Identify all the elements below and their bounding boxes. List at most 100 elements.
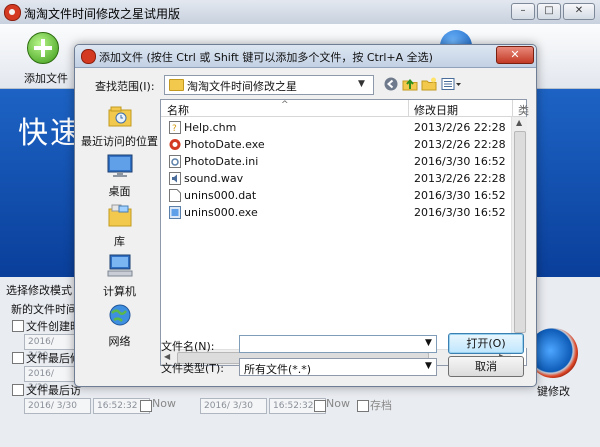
- look-in-value: 淘淘文件时间修改之星: [187, 80, 297, 93]
- modified-date-input[interactable]: 2016/ 3/30: [24, 366, 75, 393]
- main-title-bar: 淘淘文件时间修改之星试用版 – □ ✕: [0, 0, 600, 25]
- one-key-modify-label[interactable]: 键修改: [537, 383, 570, 399]
- back-icon[interactable]: [383, 77, 399, 91]
- place-label-desktop: 桌面: [108, 185, 131, 198]
- now-label-2: Now: [326, 397, 350, 410]
- look-in-label: 查找范围(I):: [95, 80, 155, 93]
- save-checkbox[interactable]: [357, 400, 369, 412]
- chevron-down-icon: ▼: [358, 79, 365, 89]
- now-checkbox-2[interactable]: [314, 400, 326, 412]
- dialog-title-bar: 添加文件 (按住 Ctrl 或 Shift 键可以添加多个文件，按 Ctrl+A…: [75, 45, 536, 68]
- dialog-title: 添加文件 (按住 Ctrl 或 Shift 键可以添加多个文件，按 Ctrl+A…: [99, 51, 433, 64]
- look-in-dropdown[interactable]: 淘淘文件时间修改之星 ▼: [164, 75, 374, 95]
- add-file-icon[interactable]: [27, 32, 59, 64]
- file-icon: [169, 189, 181, 202]
- place-label-computer: 计算机: [103, 285, 136, 298]
- vertical-scrollbar[interactable]: ▲ ▼: [511, 117, 527, 348]
- file-row[interactable]: unins000.dat 2016/3/30 16:52: [161, 187, 511, 204]
- checkbox-accessed[interactable]: [12, 384, 24, 396]
- file-name: unins000.dat: [184, 189, 257, 202]
- place-label-network: 网络: [108, 335, 131, 348]
- file-date: 2016/3/30 16:52: [414, 206, 506, 219]
- file-name: PhotoDate.ini: [184, 155, 259, 168]
- file-name: Help.chm: [184, 121, 237, 134]
- file-date: 2016/3/30 16:52: [414, 155, 506, 168]
- vertical-scroll-thumb[interactable]: [514, 131, 526, 333]
- network-icon: [109, 304, 131, 326]
- file-date: 2013/2/26 22:28: [414, 138, 506, 151]
- close-button[interactable]: ✕: [563, 3, 595, 20]
- app-icon: [169, 139, 181, 150]
- mode-label: 选择修改模式：: [6, 284, 83, 297]
- dialog-app-icon: [81, 49, 96, 64]
- column-header-type[interactable]: 类: [518, 102, 529, 118]
- main-window-title: 淘淘文件时间修改之星试用版: [24, 7, 181, 21]
- add-file-label[interactable]: 添加文件: [24, 70, 68, 86]
- file-type-value: 所有文件(*.*): [244, 363, 312, 376]
- installer-icon: [169, 206, 181, 219]
- file-row[interactable]: sound.wav 2013/2/26 22:28: [161, 170, 511, 187]
- recent-places-icon: [108, 106, 132, 127]
- file-name: unins000.exe: [184, 206, 258, 219]
- scroll-up-icon[interactable]: ▲: [516, 118, 522, 127]
- dialog-close-button[interactable]: ✕: [496, 46, 534, 64]
- column-header-name[interactable]: 名称: [167, 102, 189, 118]
- file-name-label: 文件名(N):: [161, 340, 215, 353]
- place-desktop[interactable]: 桌面: [80, 153, 159, 199]
- desktop-icon: [107, 154, 133, 177]
- file-name: sound.wav: [184, 172, 244, 185]
- up-folder-icon[interactable]: [402, 77, 418, 91]
- file-date: 2013/2/26 22:28: [414, 172, 506, 185]
- maximize-button[interactable]: □: [537, 3, 561, 20]
- sort-ascending-icon: ^: [281, 100, 289, 110]
- libraries-icon: [108, 204, 132, 227]
- file-date: 2013/2/26 22:28: [414, 121, 506, 134]
- chevron-down-icon[interactable]: ▼: [425, 338, 432, 348]
- file-name-input[interactable]: ▼: [239, 335, 437, 353]
- new-folder-icon[interactable]: [421, 77, 437, 91]
- now-label-1: Now: [152, 397, 176, 410]
- checkbox-modified[interactable]: [12, 352, 24, 364]
- open-button[interactable]: 打开(O): [448, 333, 524, 354]
- new-time-label: 新的文件时间: [11, 303, 77, 316]
- file-list[interactable]: 名称 ^ 修改日期 类 ? Help.chm 2013/2/26 22:28 P…: [160, 99, 529, 366]
- checkbox-accessed-label: 文件最后访: [26, 384, 81, 397]
- accessed-date-input[interactable]: 2016/ 3/30: [24, 398, 91, 414]
- file-row[interactable]: PhotoDate.exe 2013/2/26 22:28: [161, 136, 511, 153]
- app-logo-icon: [4, 4, 21, 21]
- view-menu-icon[interactable]: [441, 77, 461, 91]
- column-divider[interactable]: [512, 100, 513, 116]
- help-file-icon: ?: [169, 121, 181, 134]
- now-checkbox-1[interactable]: [140, 400, 152, 412]
- file-row[interactable]: ? Help.chm 2013/2/26 22:28: [161, 119, 511, 136]
- folder-icon: [169, 79, 184, 91]
- place-network[interactable]: 网络: [80, 303, 159, 349]
- banner-text: 快速: [18, 116, 82, 151]
- place-label-recent: 最近访问的位置: [81, 135, 158, 148]
- place-label-libraries: 库: [114, 235, 125, 248]
- column-divider[interactable]: [408, 100, 409, 116]
- checkbox-created[interactable]: [12, 320, 24, 332]
- created-date-input[interactable]: 2016/ 3/30: [24, 334, 75, 361]
- chevron-down-icon: ▼: [425, 361, 432, 371]
- file-row[interactable]: PhotoDate.ini 2016/3/30 16:52: [161, 153, 511, 170]
- computer-icon: [107, 254, 133, 277]
- column-header-date[interactable]: 修改日期: [414, 102, 458, 118]
- add-file-dialog: 添加文件 (按住 Ctrl 或 Shift 键可以添加多个文件，按 Ctrl+A…: [74, 44, 537, 387]
- place-computer[interactable]: 计算机: [80, 253, 159, 299]
- place-libraries[interactable]: 库: [80, 203, 159, 249]
- file-type-dropdown[interactable]: 所有文件(*.*) ▼: [239, 358, 437, 376]
- config-file-icon: [169, 155, 181, 168]
- file-row[interactable]: unins000.exe 2016/3/30 16:52: [161, 204, 511, 221]
- file-list-header: 名称 ^ 修改日期 类: [161, 100, 529, 118]
- second-date-input[interactable]: 2016/ 3/30: [200, 398, 267, 414]
- places-bar: 最近访问的位置 桌面 库 计算机 网络: [80, 99, 159, 361]
- cancel-button[interactable]: 取消: [448, 356, 524, 377]
- minimize-button[interactable]: –: [511, 3, 535, 20]
- svg-text:?: ?: [172, 124, 177, 134]
- checkbox-created-label: 文件创建时: [26, 320, 81, 333]
- checkbox-modified-label: 文件最后修: [26, 352, 81, 365]
- place-recent[interactable]: 最近访问的位置: [80, 103, 159, 149]
- save-label: 存档: [370, 399, 392, 412]
- file-name: PhotoDate.exe: [184, 138, 265, 151]
